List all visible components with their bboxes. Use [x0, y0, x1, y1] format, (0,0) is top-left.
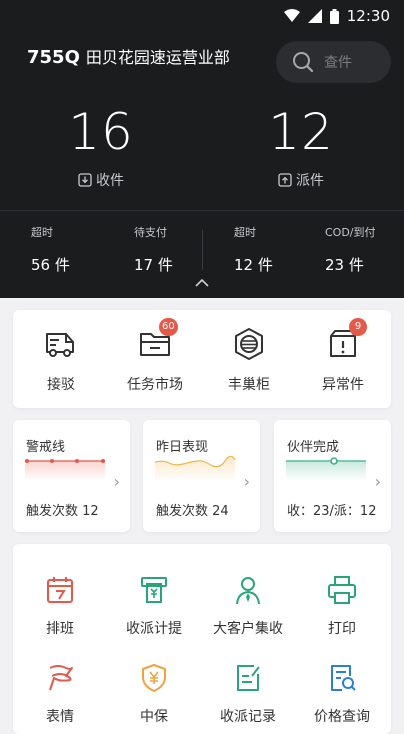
locker-icon [235, 328, 263, 360]
quick-action-label: 异常件 [322, 377, 364, 393]
search-placeholder: 查件 [324, 55, 352, 71]
chevron-right-icon: › [243, 472, 250, 491]
tools-card: 排班 收派计提 大客户集收 打印 表情 中保 收派记录 价格查询 [13, 544, 391, 734]
mini-stats-separator [202, 230, 203, 270]
header-divider [0, 210, 404, 211]
partner-completion-card[interactable]: 伙伴完成 › 收：23/派：12 [274, 420, 391, 532]
station-name: 田贝花园速运营业部 [85, 48, 230, 67]
receive-stat[interactable]: 16 收件 [31, 100, 171, 190]
deliver-count: 12 [268, 103, 334, 161]
mini-stat-value: 56 件 [31, 256, 70, 274]
quick-action-label: 接驳 [47, 377, 75, 393]
quick-actions-card: 接驳 60 任务市场 丰巢柜 9 异常件 [13, 310, 391, 408]
price-search-icon [331, 665, 356, 691]
search-icon [293, 52, 314, 73]
mini-stat[interactable]: COD/到付 23 件 [325, 224, 376, 275]
deliver-stat[interactable]: 12 派件 [231, 100, 371, 190]
alert-line-graph [25, 459, 105, 481]
mini-stat-value: 12 件 [234, 256, 273, 274]
performance-graph [155, 456, 236, 482]
battery-icon [329, 8, 339, 24]
header-panel: 12:30 755Q 田贝花园速运营业部 查件 16 收件 12 派件 超时 5… [0, 0, 404, 298]
calendar-icon [47, 577, 73, 603]
tool-expression[interactable]: 表情 [13, 662, 107, 726]
truck-icon [46, 333, 74, 357]
yesterday-performance-card[interactable]: 昨日表现 › 触发次数 24 [143, 420, 260, 532]
chevron-up-icon[interactable] [194, 278, 210, 288]
mini-stat[interactable]: 超时 56 件 [31, 224, 70, 275]
card-value: 触发次数 24 [156, 504, 229, 519]
card-title: 伙伴完成 [287, 440, 340, 455]
chevron-right-icon: › [374, 472, 381, 491]
quick-action-locker[interactable]: 丰巢柜 [209, 324, 289, 394]
tool-label: 中保 [140, 709, 168, 725]
tool-price-query[interactable]: 价格查询 [295, 662, 389, 726]
quick-action-task-market[interactable]: 60 任务市场 [115, 318, 195, 394]
tool-key-account[interactable]: 大客户集收 [201, 574, 295, 638]
tool-schedule[interactable]: 排班 [13, 574, 107, 638]
tool-commission[interactable]: 收派计提 [107, 574, 201, 638]
tool-label: 排班 [46, 621, 74, 637]
quick-action-exception[interactable]: 9 异常件 [303, 318, 383, 394]
mini-stat[interactable]: 超时 12 件 [234, 224, 273, 275]
card-value: 收：23/派：12 [287, 504, 377, 519]
card-title: 警戒线 [26, 440, 66, 455]
chevron-right-icon: › [113, 472, 120, 491]
mini-stat-value: 17 件 [134, 256, 173, 274]
tool-records[interactable]: 收派记录 [201, 662, 295, 726]
card-value: 触发次数 12 [26, 504, 99, 519]
deliver-icon [278, 173, 292, 187]
record-icon [237, 665, 260, 691]
tool-label: 收派计提 [126, 621, 182, 637]
atm-icon [141, 577, 167, 603]
mini-stat-title: 超时 [31, 226, 53, 239]
wifi-icon [283, 9, 300, 22]
partner-graph [286, 457, 366, 481]
mini-stat-title: 超时 [234, 226, 256, 239]
station-code: 755Q [27, 47, 80, 68]
receive-icon [78, 173, 92, 187]
shield-yen-icon [142, 664, 166, 692]
printer-icon [328, 576, 356, 604]
mini-stat-title: 待支付 [134, 226, 167, 239]
search-box[interactable]: 查件 [276, 41, 391, 83]
clock: 12:30 [346, 7, 390, 25]
mini-stat-value: 23 件 [325, 256, 364, 274]
quick-action-transfer[interactable]: 接驳 [21, 324, 101, 394]
customer-icon [236, 577, 260, 605]
quick-action-label: 丰巢柜 [228, 377, 270, 393]
receive-count: 16 [68, 103, 134, 161]
station-title: 755Q 田贝花园速运营业部 [27, 44, 230, 68]
deliver-label: 派件 [296, 173, 324, 189]
tool-label: 表情 [46, 709, 74, 725]
task-market-badge: 60 [159, 318, 178, 336]
flag-icon [49, 665, 73, 691]
receive-label: 收件 [96, 173, 124, 189]
mini-stat[interactable]: 待支付 17 件 [134, 224, 173, 275]
tool-label: 价格查询 [314, 709, 370, 725]
status-bar: 12:30 [0, 0, 404, 32]
card-title: 昨日表现 [156, 440, 209, 455]
quick-action-label: 任务市场 [127, 377, 183, 393]
tool-label: 收派记录 [220, 709, 276, 725]
signal-icon [307, 9, 322, 23]
tool-insurance[interactable]: 中保 [107, 662, 201, 726]
tool-label: 打印 [328, 621, 356, 637]
tool-print[interactable]: 打印 [295, 574, 389, 638]
exception-badge: 9 [349, 318, 367, 336]
tool-label: 大客户集收 [213, 621, 283, 637]
alert-line-card[interactable]: 警戒线 › 触发次数 12 [13, 420, 130, 532]
mini-stat-title: COD/到付 [325, 226, 376, 239]
